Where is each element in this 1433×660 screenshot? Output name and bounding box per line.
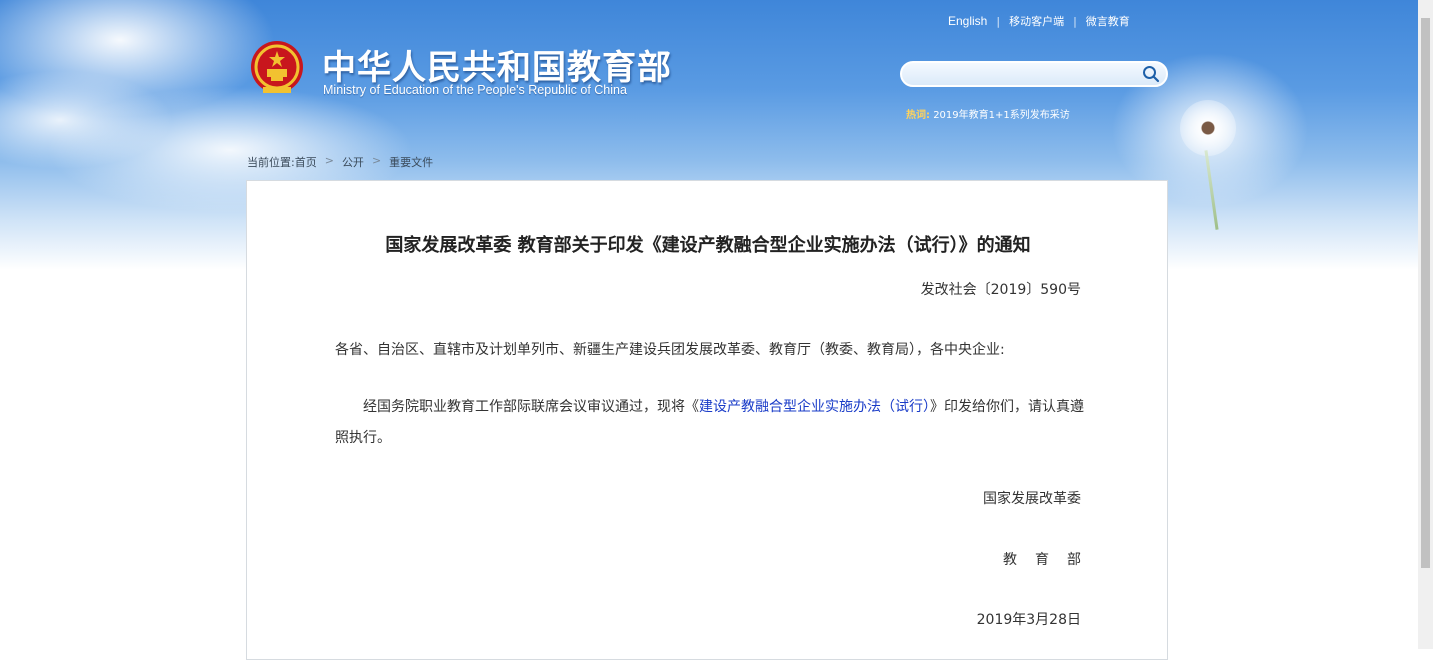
- page-scrollbar[interactable]: [1418, 0, 1433, 649]
- hot-word-link[interactable]: 2019年教育1+1系列发布采访: [933, 110, 1070, 121]
- document-number: 发改社会〔2019〕590号: [920, 282, 1081, 298]
- breadcrumb-home[interactable]: 首页: [295, 154, 317, 170]
- site-subtitle: Ministry of Education of the People's Re…: [323, 83, 627, 97]
- attachment-link[interactable]: 建设产教融合型企业实施办法（试行）: [699, 399, 930, 415]
- site-title[interactable]: 中华人民共和国教育部: [322, 40, 672, 89]
- mobile-client-link[interactable]: 移动客户端: [1009, 13, 1064, 29]
- dandelion-decoration: [1170, 80, 1250, 230]
- document-title: 国家发展改革委 教育部关于印发《建设产教融合型企业实施办法（试行）》的通知: [385, 235, 1031, 256]
- hot-words-label: 热词:: [906, 110, 930, 121]
- document-date: 2019年3月28日: [976, 612, 1081, 628]
- breadcrumb-important-documents[interactable]: 重要文件: [389, 154, 433, 170]
- document-body: 经国务院职业教育工作部际联席会议审议通过，现将《建设产教融合型企业实施办法（试行…: [335, 392, 1095, 454]
- search-icon[interactable]: [1142, 65, 1160, 83]
- chevron-right-icon: >: [324, 154, 334, 167]
- document-panel: 国家发展改革委 教育部关于印发《建设产教融合型企业实施办法（试行）》的通知 发改…: [246, 180, 1168, 660]
- search-input[interactable]: [914, 65, 1138, 85]
- scrollbar-thumb[interactable]: [1421, 18, 1430, 568]
- top-links: English | 移动客户端 | 微言教育: [948, 13, 1130, 29]
- signature-ndrc: 国家发展改革委: [983, 491, 1081, 507]
- breadcrumb-label: 当前位置:: [247, 156, 295, 169]
- breadcrumb: 当前位置: 首页 > 公开 > 重要文件: [247, 154, 433, 170]
- signature-moe: 教育部: [1003, 552, 1099, 568]
- weiyan-education-link[interactable]: 微言教育: [1086, 13, 1130, 29]
- hot-words: 热词: 2019年教育1+1系列发布采访: [906, 106, 1070, 121]
- link-separator: |: [1073, 14, 1077, 28]
- chevron-right-icon: >: [371, 154, 382, 167]
- body-text-before: 经国务院职业教育工作部际联席会议审议通过，现将《: [363, 399, 699, 415]
- document-addressee: 各省、自治区、直辖市及计划单列市、新疆生产建设兵团发展改革委、教育厅（教委、教育…: [335, 342, 1005, 358]
- search-box: [900, 61, 1168, 87]
- breadcrumb-public[interactable]: 公开: [342, 154, 364, 170]
- national-emblem-icon[interactable]: [249, 37, 305, 95]
- english-link[interactable]: English: [948, 14, 987, 28]
- link-separator: |: [996, 14, 1001, 28]
